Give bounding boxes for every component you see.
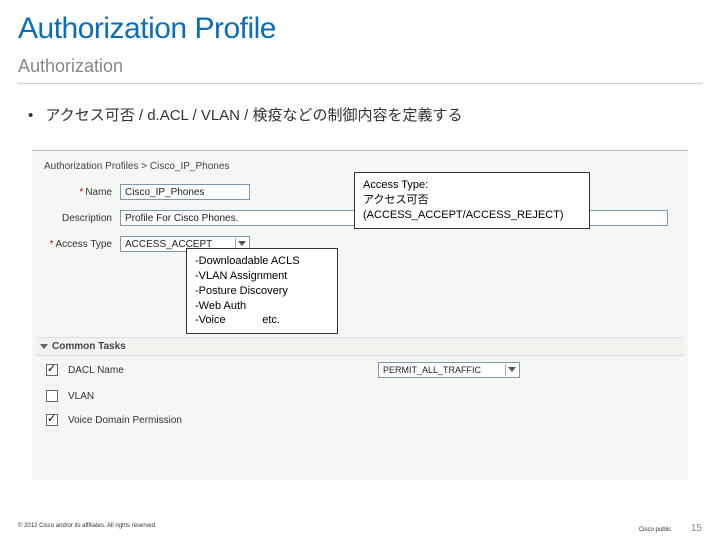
common-tasks-title: Common Tasks <box>52 341 126 352</box>
name-input[interactable] <box>120 184 250 200</box>
callout-access-text: Access Type: アクセス可否 (ACCESS_ACCEPT/ACCES… <box>363 178 581 223</box>
page-subtitle: Authorization <box>18 56 702 84</box>
slide: Authorization Profile Authorization • アク… <box>0 0 720 540</box>
voice-label: Voice Domain Permission <box>68 415 208 426</box>
page-title: Authorization Profile <box>18 12 276 46</box>
voice-row: Voice Domain Permission <box>36 408 684 432</box>
description-label: Description <box>40 213 112 224</box>
chevron-down-icon <box>505 364 517 376</box>
bullet-line: • アクセス可否 / d.ACL / VLAN / 検疫などの制御内容を定義する <box>28 104 463 125</box>
vlan-checkbox[interactable] <box>46 390 58 402</box>
dacl-label: DACL Name <box>68 365 208 376</box>
confidentiality: Cisco public <box>639 527 671 533</box>
copyright: © 2012 Cisco and/or its affiliates. All … <box>18 523 157 534</box>
dacl-row: DACL Name PERMIT_ALL_TRAFFIC <box>36 356 684 384</box>
common-tasks-header[interactable]: Common Tasks <box>36 337 684 356</box>
bullet-text: アクセス可否 / d.ACL / VLAN / 検疫などの制御内容を定義する <box>45 107 462 124</box>
voice-checkbox[interactable] <box>46 414 58 426</box>
common-tasks-section: Common Tasks DACL Name PERMIT_ALL_TRAFFI… <box>36 337 684 432</box>
callout-access-type: Access Type: アクセス可否 (ACCESS_ACCEPT/ACCES… <box>354 172 590 229</box>
access-type-row: *Access Type ACCESS_ACCEPT <box>40 236 680 252</box>
dacl-select[interactable]: PERMIT_ALL_TRAFFIC <box>378 362 520 378</box>
dacl-value: PERMIT_ALL_TRAFFIC <box>383 365 501 375</box>
bullet-dot: • <box>28 107 33 124</box>
page-number: 15 <box>691 523 702 534</box>
vlan-label: VLAN <box>68 391 208 402</box>
vlan-row: VLAN <box>36 384 684 408</box>
footer: © 2012 Cisco and/or its affiliates. All … <box>18 523 702 534</box>
name-label: *Name <box>40 187 112 198</box>
access-type-label: *Access Type <box>40 239 112 250</box>
callout-common-tasks: -Downloadable ACLS -VLAN Assignment -Pos… <box>186 248 338 334</box>
footer-right: Cisco public 15 <box>639 523 702 534</box>
dacl-checkbox[interactable] <box>46 364 58 376</box>
disclosure-triangle-icon <box>40 344 48 349</box>
callout-tasks-text: -Downloadable ACLS -VLAN Assignment -Pos… <box>195 254 329 328</box>
